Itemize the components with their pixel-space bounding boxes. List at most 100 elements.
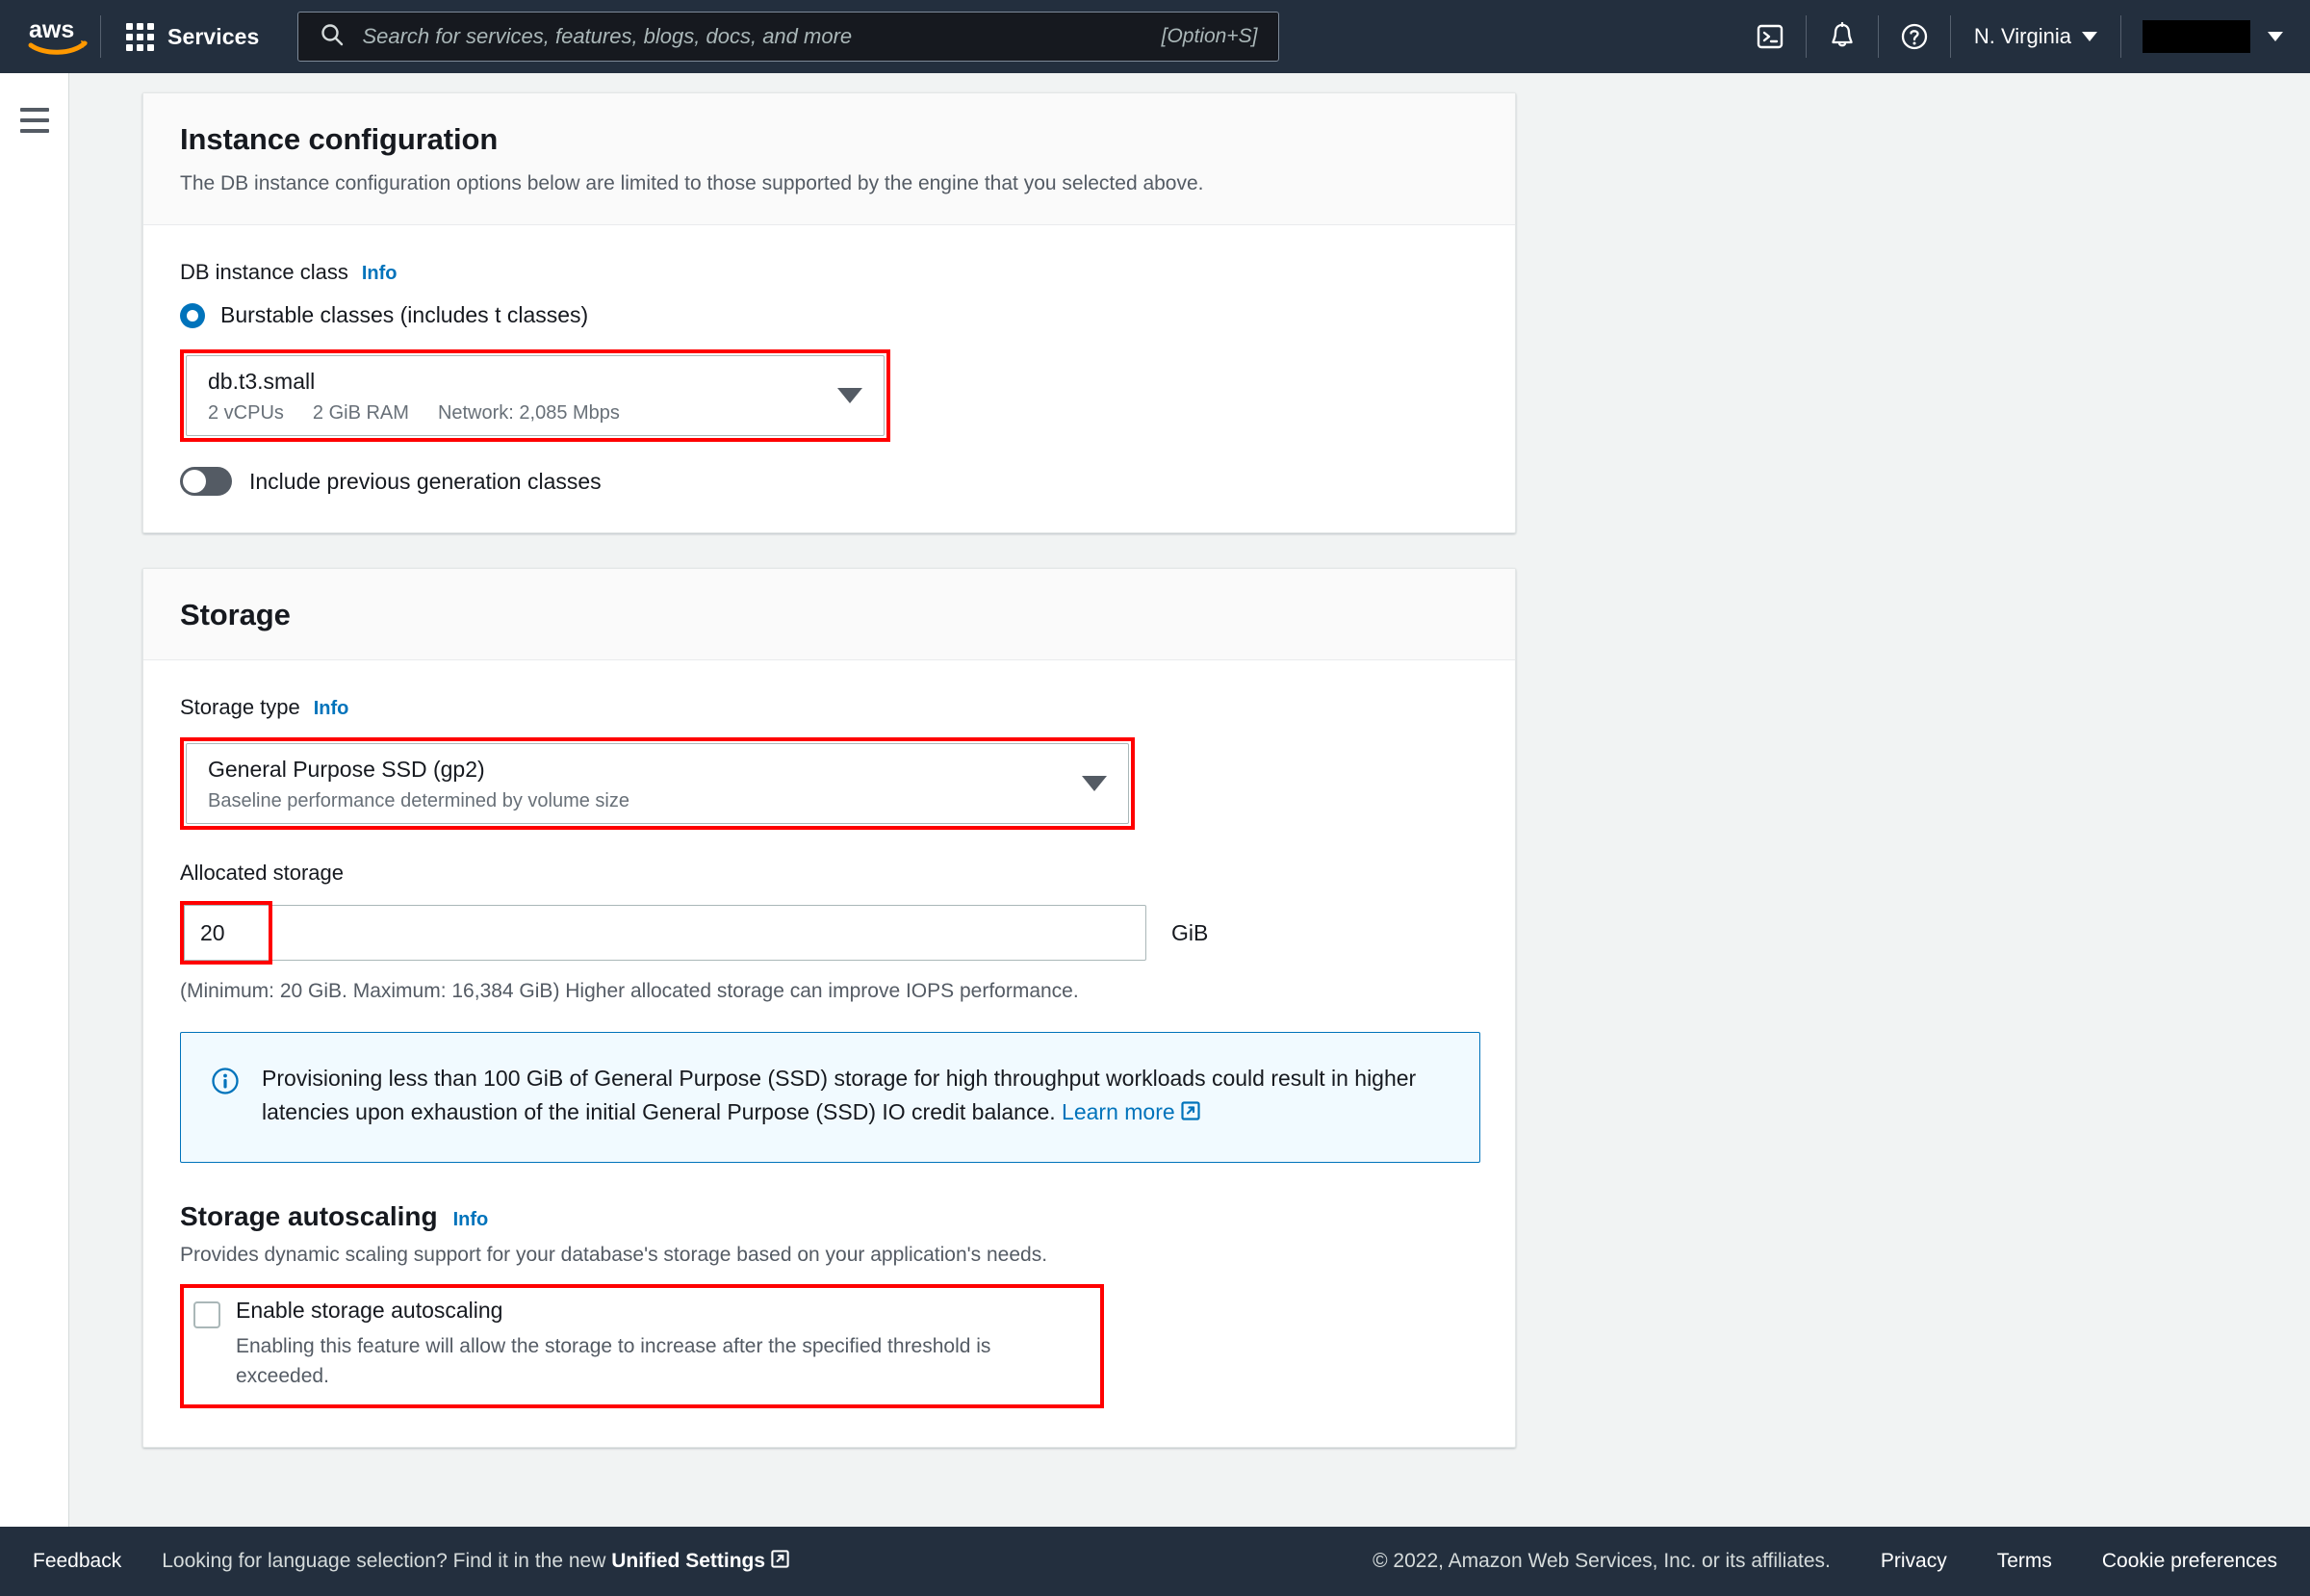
global-search-box[interactable]: [Option+S]: [297, 12, 1280, 62]
storage-alert-text: Provisioning less than 100 GiB of Genera…: [262, 1062, 1450, 1131]
allocated-storage-value[interactable]: 20: [184, 905, 269, 962]
chevron-down-icon: [2268, 32, 2283, 41]
footer-right: © 2022, Amazon Web Services, Inc. or its…: [1373, 1550, 2277, 1573]
previous-generation-toggle-row[interactable]: Include previous generation classes: [180, 467, 1478, 497]
question-circle-icon: [1901, 23, 1928, 50]
external-link-icon: [1180, 1097, 1201, 1131]
nav-right-cluster: N. Virginia: [1734, 0, 2310, 73]
chevron-down-icon: [2082, 32, 2097, 41]
cookie-preferences-link[interactable]: Cookie preferences: [2102, 1550, 2277, 1573]
unified-settings-link[interactable]: Unified Settings: [611, 1550, 765, 1572]
left-sidebar: [0, 73, 69, 1527]
enable-storage-autoscaling-description: Enabling this feature will allow the sto…: [236, 1335, 991, 1387]
cloudshell-button[interactable]: [1734, 0, 1806, 73]
page-title: Instance configuration: [180, 122, 499, 156]
db-instance-class-info-link[interactable]: Info: [362, 263, 398, 285]
db-instance-class-label: DB instance class: [180, 260, 348, 285]
privacy-link[interactable]: Privacy: [1881, 1550, 1947, 1573]
feedback-link[interactable]: Feedback: [33, 1550, 121, 1573]
footer-bar: Feedback Looking for language selection?…: [0, 1527, 2310, 1596]
allocated-storage-input[interactable]: [184, 905, 1146, 962]
top-navigation-bar: aws Services [Option+S]: [0, 0, 2310, 73]
storage-card: Storage Storage type Info General Purpos…: [142, 568, 1516, 1449]
db-instance-class-label-row: DB instance class Info: [180, 260, 1478, 285]
storage-type-highlight: General Purpose SSD (gp2) Baseline perfo…: [180, 737, 1135, 831]
services-menu-button[interactable]: Services: [101, 0, 284, 73]
allocated-storage-unit: GiB: [1171, 919, 1209, 945]
burstable-classes-label: Burstable classes (includes t classes): [220, 302, 589, 328]
cloudshell-icon: [1757, 24, 1784, 49]
services-label: Services: [167, 23, 260, 49]
copyright-text: © 2022, Amazon Web Services, Inc. or its…: [1373, 1550, 1831, 1572]
search-shortcut-hint: [Option+S]: [1161, 25, 1258, 47]
region-selector[interactable]: N. Virginia: [1951, 0, 2120, 73]
storage-type-label: Storage type: [180, 695, 300, 720]
burstable-classes-radio-row[interactable]: Burstable classes (includes t classes): [180, 302, 1478, 328]
storage-autoscaling-info-link[interactable]: Info: [453, 1209, 489, 1231]
burstable-classes-radio[interactable]: [180, 302, 205, 328]
storage-title: Storage: [180, 598, 291, 632]
chevron-down-icon: [1082, 776, 1107, 792]
storage-type-select-texts: General Purpose SSD (gp2) Baseline perfo…: [208, 756, 1065, 812]
storage-info-alert: Provisioning less than 100 GiB of Genera…: [180, 1032, 1480, 1164]
card-spacer: [142, 533, 2310, 568]
language-selection-notice: Looking for language selection? Find it …: [162, 1549, 790, 1575]
svg-text:aws: aws: [29, 16, 74, 43]
storage-autoscaling-description: Provides dynamic scaling support for you…: [180, 1244, 1048, 1267]
region-label: N. Virginia: [1973, 24, 2071, 48]
aws-logo-icon: aws: [28, 16, 88, 55]
spec-ram: 2 GiB RAM: [312, 401, 409, 424]
storage-autoscaling-title: Storage autoscaling: [180, 1201, 438, 1232]
storage-type-info-link[interactable]: Info: [314, 698, 349, 720]
storage-autoscaling-title-row: Storage autoscaling Info: [180, 1201, 1478, 1232]
enable-storage-autoscaling-row[interactable]: Enable storage autoscaling Enabling this…: [193, 1298, 1083, 1391]
grid-icon: [126, 22, 154, 51]
db-instance-class-highlight: db.t3.small 2 vCPUs 2 GiB RAM Network: 2…: [180, 349, 890, 443]
footer-left: Feedback Looking for language selection?…: [33, 1549, 790, 1575]
search-input[interactable]: [360, 23, 1146, 50]
bell-icon: [1832, 21, 1853, 47]
info-circle-icon: [210, 1066, 241, 1131]
db-instance-class-select-texts: db.t3.small 2 vCPUs 2 GiB RAM Network: 2…: [208, 368, 820, 425]
allocated-storage-label: Allocated storage: [180, 861, 344, 886]
external-link-icon: [770, 1549, 790, 1575]
allocated-storage-hint: (Minimum: 20 GiB. Maximum: 16,384 GiB) H…: [180, 980, 1079, 1003]
spec-vcpus: 2 vCPUs: [208, 401, 284, 424]
allocated-storage-row: 20 GiB: [180, 901, 1478, 965]
storage-autoscaling-highlight: Enable storage autoscaling Enabling this…: [180, 1284, 1104, 1409]
storage-type-description: Baseline performance determined by volum…: [208, 789, 629, 811]
chevron-down-icon: [837, 388, 862, 404]
search-icon: [320, 22, 345, 52]
language-notice-text: Looking for language selection? Find it …: [162, 1549, 612, 1572]
enable-storage-autoscaling-texts: Enable storage autoscaling Enabling this…: [236, 1298, 1083, 1391]
storage-type-value: General Purpose SSD (gp2): [208, 756, 485, 782]
db-instance-class-value: db.t3.small: [208, 368, 316, 394]
storage-alert-body: Provisioning less than 100 GiB of Genera…: [262, 1066, 1417, 1125]
account-menu[interactable]: [2121, 0, 2310, 73]
help-button[interactable]: [1879, 0, 1950, 73]
instance-configuration-body: DB instance class Info Burstable classes…: [143, 225, 1515, 532]
instance-configuration-header: Instance configuration The DB instance c…: [143, 93, 1515, 226]
notifications-button[interactable]: [1807, 0, 1878, 73]
hamburger-menu-icon[interactable]: [19, 108, 49, 133]
storage-body: Storage type Info General Purpose SSD (g…: [143, 660, 1515, 1447]
account-name-redacted: [2143, 20, 2250, 53]
db-instance-class-select[interactable]: db.t3.small 2 vCPUs 2 GiB RAM Network: 2…: [186, 355, 885, 437]
db-instance-class-specs: 2 vCPUs 2 GiB RAM Network: 2,085 Mbps: [208, 402, 820, 425]
terms-link[interactable]: Terms: [1997, 1550, 2052, 1573]
instance-configuration-card: Instance configuration The DB instance c…: [142, 92, 1516, 534]
storage-header: Storage: [143, 569, 1515, 661]
storage-alert-learn-more-link[interactable]: Learn more: [1062, 1099, 1175, 1124]
enable-storage-autoscaling-label: Enable storage autoscaling: [236, 1298, 503, 1324]
previous-generation-toggle[interactable]: [180, 467, 232, 497]
storage-type-select[interactable]: General Purpose SSD (gp2) Baseline perfo…: [186, 743, 1129, 825]
spec-network: Network: 2,085 Mbps: [437, 401, 620, 424]
previous-generation-label: Include previous generation classes: [249, 468, 602, 494]
aws-logo[interactable]: aws: [0, 16, 100, 57]
storage-type-label-row: Storage type Info: [180, 695, 1478, 720]
main-content: Instance configuration The DB instance c…: [70, 73, 2310, 1527]
allocated-storage-highlight: 20: [180, 901, 272, 965]
instance-configuration-description: The DB instance configuration options be…: [180, 172, 1204, 194]
enable-storage-autoscaling-checkbox[interactable]: [193, 1301, 220, 1329]
